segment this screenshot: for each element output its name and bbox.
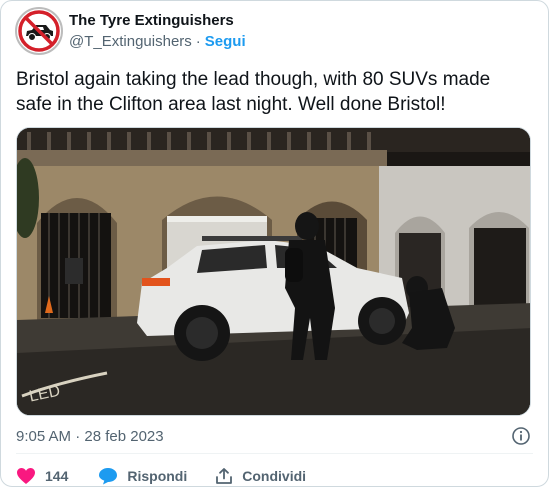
follow-button[interactable]: Segui [205, 33, 246, 50]
no-car-logo-icon [18, 10, 60, 52]
avatar[interactable] [15, 7, 63, 55]
handle-row: @T_Extinguishers · Segui [69, 33, 246, 50]
like-button[interactable]: 144 [16, 467, 68, 485]
divider [16, 453, 533, 454]
display-name[interactable]: The Tyre Extinguishers [69, 12, 234, 29]
speech-bubble-icon [99, 468, 118, 485]
action-bar: 144 Rispondi Condividi [16, 465, 306, 487]
like-count: 144 [45, 468, 69, 484]
user-handle[interactable]: @T_Extinguishers [69, 33, 192, 50]
night-street-photo: LED [17, 128, 530, 415]
share-button[interactable]: Condividi [215, 467, 306, 485]
reply-button[interactable]: Rispondi [98, 467, 187, 485]
separator-dot: · [195, 33, 201, 50]
share-label: Condividi [242, 468, 307, 484]
tweet-text: Bristol again taking the lead though, wi… [16, 69, 491, 115]
tweet-timestamp[interactable]: 9:05 AM · 28 feb 2023 [16, 428, 164, 445]
tweet-photo[interactable]: LED [16, 127, 531, 416]
heart-icon [17, 468, 35, 484]
reply-label: Rispondi [127, 468, 188, 484]
info-icon[interactable] [511, 426, 531, 446]
tweet-card: The Tyre Extinguishers @T_Extinguishers ·… [0, 0, 549, 487]
share-icon [216, 468, 233, 484]
